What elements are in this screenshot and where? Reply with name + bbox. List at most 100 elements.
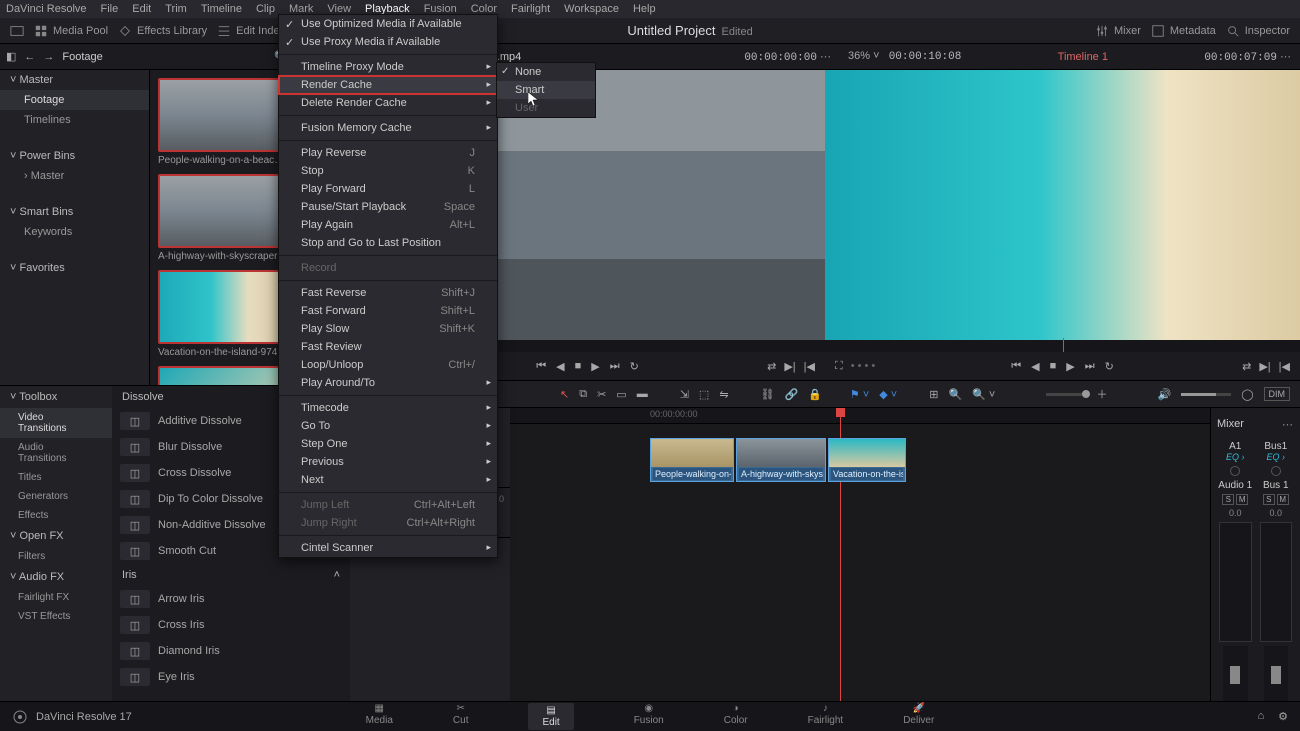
next-edit-icon[interactable]: ▶|	[784, 360, 795, 373]
overwrite-icon[interactable]: ▬	[637, 388, 648, 400]
fx-group[interactable]: Iris˄	[112, 564, 350, 586]
menu-item[interactable]: Play ForwardL	[279, 180, 497, 198]
menu-timeline[interactable]: Timeline	[201, 3, 242, 15]
home-icon[interactable]: ⌂	[1257, 710, 1264, 723]
fx-item[interactable]: ◫Cross Iris	[112, 612, 350, 638]
menu-davinciresolve[interactable]: DaVinci Resolve	[6, 3, 87, 15]
menu-item[interactable]: StopK	[279, 162, 497, 180]
p-next-edit-icon[interactable]: ▶|	[1259, 360, 1270, 373]
fx-item[interactable]: ◫Arrow Iris	[112, 586, 350, 612]
page-fairlight[interactable]: ♪Fairlight	[808, 703, 844, 730]
bin-item[interactable]: Footage	[0, 90, 149, 110]
menubar[interactable]: DaVinci ResolveFileEditTrimTimelineClipM…	[0, 0, 1300, 18]
fx-tree-item[interactable]: VST Effects	[0, 607, 112, 626]
page-media[interactable]: ▦Media	[366, 703, 393, 730]
media-pool-toggle[interactable]: Media Pool	[34, 24, 108, 38]
settings-icon[interactable]: ⚙	[1278, 710, 1288, 723]
menu-item[interactable]: Play Around/To	[279, 374, 497, 392]
timeline-body[interactable]: 00:00:00:00 People-walking-on-...A-highw…	[510, 408, 1210, 701]
inspector-toggle[interactable]: Inspector	[1226, 24, 1290, 38]
blade-tool-icon[interactable]: ✂	[597, 388, 606, 401]
menu-item[interactable]: Fast ForwardShift+L	[279, 302, 497, 320]
mixer-options-icon[interactable]: ⋯	[1282, 418, 1294, 431]
link-icon[interactable]: ⛓	[761, 388, 775, 401]
fx-item[interactable]: ◫Eye Iris	[112, 664, 350, 690]
media-thumbnail[interactable]: A-highway-with-skyscrapers-in-d...	[158, 174, 288, 262]
mixer-toggle[interactable]: Mixer	[1095, 24, 1141, 38]
menu-item[interactable]: Play SlowShift+K	[279, 320, 497, 338]
p-match-icon[interactable]: ⇄	[1242, 360, 1251, 373]
collapse-icon[interactable]: ◧	[6, 50, 16, 63]
page-edit[interactable]: ▤Edit	[528, 703, 573, 730]
bin-item[interactable]: Timelines	[0, 110, 149, 130]
menu-item[interactable]: Stop and Go to Last Position	[279, 234, 497, 252]
arrow-tool-icon[interactable]: ↖	[560, 388, 569, 401]
program-options-icon[interactable]: ⋯	[1280, 51, 1292, 63]
fx-tree-item[interactable]: Titles	[0, 468, 112, 487]
metadata-toggle[interactable]: Metadata	[1151, 24, 1216, 38]
dim-button[interactable]: DIM	[1264, 387, 1291, 401]
menu-item[interactable]: Pause/Start PlaybackSpace	[279, 198, 497, 216]
p-first-frame-icon[interactable]: ⏮	[1011, 360, 1021, 373]
menu-trim[interactable]: Trim	[165, 3, 187, 15]
effects-library-toggle[interactable]: Effects Library	[118, 24, 207, 38]
fx-section[interactable]: ˅ Audio FX	[0, 566, 112, 588]
menu-item[interactable]: Fast ReverseShift+J	[279, 284, 497, 302]
bin-section-smart-bins[interactable]: ˅ Smart Bins	[0, 202, 149, 222]
bin-item[interactable]: › Master	[0, 166, 149, 186]
menu-item[interactable]: Cintel Scanner	[279, 539, 497, 557]
zoom-in-icon[interactable]: ＋	[1096, 386, 1107, 402]
page-deliver[interactable]: 🚀Deliver	[903, 703, 934, 730]
bin-item[interactable]: Keywords	[0, 222, 149, 242]
menu-item[interactable]: Use Optimized Media if Available	[279, 15, 497, 33]
menu-item[interactable]: Timecode	[279, 399, 497, 417]
fx-tree-item[interactable]: Effects	[0, 506, 112, 525]
volume-icon[interactable]: 🔊	[1157, 388, 1171, 401]
menu-edit[interactable]: Edit	[132, 3, 151, 15]
submenu-item[interactable]: None	[497, 63, 595, 81]
stop-icon[interactable]: ■	[575, 360, 582, 372]
bin-section-favorites[interactable]: ˅ Favorites	[0, 258, 149, 278]
timeline-ruler[interactable]: 00:00:00:00	[510, 408, 1210, 424]
menu-item[interactable]: Previous	[279, 453, 497, 471]
jog-dots[interactable]: • • • •	[851, 360, 876, 373]
menu-item[interactable]: Loop/UnloopCtrl+/	[279, 356, 497, 374]
source-options-icon[interactable]: ⋯	[820, 51, 832, 63]
fx-tree-item[interactable]: Generators	[0, 487, 112, 506]
fx-tree-item[interactable]: Audio Transitions	[0, 438, 112, 468]
timeline-name[interactable]: Timeline 1	[1058, 51, 1108, 63]
flag-icon[interactable]: ⚑ ˅	[850, 388, 869, 401]
loop-icon[interactable]: ↻	[630, 360, 639, 373]
back-icon[interactable]: ←	[24, 51, 35, 63]
menu-workspace[interactable]: Workspace	[564, 3, 619, 15]
menu-item[interactable]: Use Proxy Media if Available	[279, 33, 497, 51]
tl-search-icon[interactable]: 🔍 ˅	[972, 388, 995, 401]
edit-index-toggle[interactable]: Edit Index	[217, 24, 285, 38]
bin-section-power-bins[interactable]: ˅ Power Bins	[0, 146, 149, 166]
p-prev-edit-icon[interactable]: |◀	[1279, 360, 1290, 373]
menu-item[interactable]: Fusion Memory Cache	[279, 119, 497, 137]
media-thumbnail[interactable]: People-walking-on-a-beach-top-...	[158, 78, 288, 166]
fx-section[interactable]: ˅ Open FX	[0, 525, 112, 547]
menu-clip[interactable]: Clip	[256, 3, 275, 15]
page-fusion[interactable]: ◉Fusion	[634, 703, 664, 730]
menu-item[interactable]: Play AgainAlt+L	[279, 216, 497, 234]
mute-icon[interactable]: ◯	[1241, 388, 1253, 401]
fx-tree-item[interactable]: Video Transitions	[0, 408, 112, 438]
attach-icon[interactable]: 🔗	[785, 388, 799, 401]
extent-icon[interactable]: ⛶	[835, 360, 843, 373]
program-scrubber[interactable]	[825, 340, 1300, 352]
menu-help[interactable]: Help	[633, 3, 656, 15]
play-icon[interactable]: ▶	[591, 360, 599, 373]
first-frame-icon[interactable]: ⏮	[536, 360, 546, 373]
match-frame-icon[interactable]: ⇄	[767, 360, 776, 373]
fit-icon[interactable]: ⬚	[699, 388, 709, 401]
layout-icon[interactable]	[10, 24, 24, 38]
marker-icon[interactable]: ◆ ˅	[879, 388, 897, 401]
prev-frame-icon[interactable]: ◀	[556, 360, 564, 373]
insert-icon[interactable]: ▭	[616, 388, 626, 401]
fwd-icon[interactable]: →	[43, 51, 54, 63]
timeline-clip[interactable]: A-highway-with-skyscr...	[736, 438, 826, 482]
menu-item[interactable]: Timeline Proxy Mode	[279, 58, 497, 76]
p-prev-frame-icon[interactable]: ◀	[1031, 360, 1039, 373]
